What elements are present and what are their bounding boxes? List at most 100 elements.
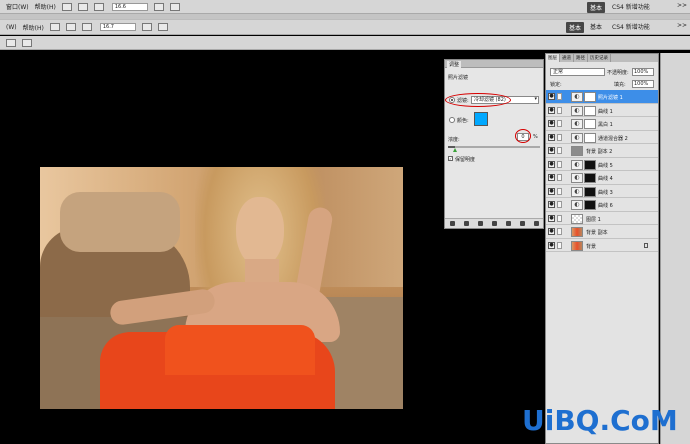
fill-input[interactable]: 100% [632, 80, 654, 88]
workspace-essentials-2[interactable]: 基本 [566, 22, 585, 33]
opacity-input[interactable]: 100% [632, 68, 654, 76]
link-icon[interactable] [557, 160, 562, 168]
eye-icon[interactable]: ● [548, 228, 555, 235]
tab-channels[interactable]: 通道 [560, 54, 574, 62]
toolbar-button-8[interactable] [81, 23, 92, 31]
layer-row[interactable]: ● ◐ 曲线 6 [546, 198, 658, 212]
eye-icon[interactable]: ● [548, 93, 555, 100]
link-icon[interactable] [557, 187, 562, 195]
eye-icon[interactable]: ● [548, 214, 555, 222]
menu-window[interactable]: 窗口(W) [6, 2, 29, 11]
workspace-cs4[interactable]: CS4 新增功能 [612, 2, 650, 11]
tab-adjustments[interactable]: 调整 [447, 61, 462, 68]
eye-icon[interactable]: ● [548, 241, 555, 249]
link-icon[interactable] [557, 120, 562, 127]
menu-help[interactable]: 帮助(H) [35, 2, 56, 11]
layer-row[interactable]: ● 图层 1 [546, 211, 658, 225]
eye-icon[interactable]: ● [548, 160, 555, 168]
clip-icon[interactable] [477, 221, 483, 226]
link-icon[interactable] [557, 133, 562, 141]
layer-row[interactable]: ● ◐ 通道混合器 2 [546, 130, 658, 144]
layer-row[interactable]: ● ◐ 曲线 3 [546, 184, 658, 198]
back-icon[interactable] [449, 221, 455, 226]
layer-mask-thumbnail[interactable] [584, 186, 596, 197]
tool-option-1[interactable] [6, 38, 16, 47]
layer-mask-thumbnail[interactable] [584, 159, 596, 170]
expand-icon[interactable] [463, 221, 469, 226]
reset-icon[interactable] [519, 221, 525, 226]
toolbar-button-10[interactable] [157, 23, 168, 31]
layer-row[interactable]: ● ◐ 曲线 1 [546, 103, 658, 117]
layer-mask-thumbnail[interactable] [584, 173, 596, 183]
link-icon[interactable] [557, 106, 562, 114]
link-icon[interactable] [557, 174, 562, 181]
toolbar-button-4[interactable] [153, 2, 164, 11]
toolbar-button-3[interactable] [93, 2, 104, 11]
tool-option-2[interactable] [22, 38, 32, 47]
toolbar-button-6[interactable] [49, 23, 60, 31]
link-icon[interactable] [557, 201, 562, 208]
eye-icon[interactable]: ● [548, 106, 555, 114]
trash-icon[interactable] [533, 221, 539, 226]
chevron-icon-2[interactable]: >> [677, 22, 687, 29]
workspace-basic-2[interactable]: 基本 [590, 22, 602, 31]
layer-row[interactable]: ● ◐ 曲线 5 [546, 157, 658, 171]
density-slider-track[interactable] [448, 146, 540, 148]
toolbar-button-9[interactable] [141, 23, 152, 31]
link-icon[interactable] [557, 241, 562, 249]
link-icon[interactable] [557, 214, 562, 222]
layer-thumbnail[interactable] [571, 146, 583, 156]
zoom-field[interactable]: 16.6 [111, 2, 148, 11]
layer-row[interactable]: ● ◐ 黑白 1 [546, 117, 658, 131]
layer-thumbnail[interactable]: ◐ [571, 132, 583, 143]
color-swatch[interactable] [474, 112, 488, 126]
layer-thumbnail[interactable]: ◐ [571, 159, 583, 170]
link-icon[interactable] [557, 147, 562, 154]
layer-thumbnail[interactable]: ◐ [571, 92, 583, 102]
layer-row[interactable]: ● ◐ 曲线 4 [546, 171, 658, 185]
view-previous-icon[interactable] [505, 221, 511, 226]
toolbar-button-2[interactable] [77, 2, 88, 11]
color-radio[interactable] [449, 117, 455, 123]
workspace-essentials[interactable]: 基本 [587, 2, 606, 13]
tab-paths[interactable]: 路径 [574, 54, 588, 62]
eye-icon[interactable]: ● [548, 187, 555, 195]
link-icon[interactable] [557, 228, 562, 235]
layer-thumbnail[interactable]: ◐ [571, 186, 583, 197]
link-icon[interactable] [557, 93, 562, 100]
canvas-photo[interactable] [40, 167, 403, 409]
layer-mask-thumbnail[interactable] [584, 92, 596, 102]
layer-row[interactable]: ● 背景 副本 2 [546, 144, 658, 158]
layer-mask-thumbnail[interactable] [584, 119, 596, 129]
density-slider-thumb[interactable] [453, 148, 458, 152]
workspace-cs4-2[interactable]: CS4 新增功能 [612, 22, 650, 31]
toolbar-button-7[interactable] [65, 23, 76, 31]
layer-row[interactable]: ● ◐ 照片滤镜 1 [546, 90, 658, 104]
layer-thumbnail[interactable]: ◐ [571, 119, 583, 129]
tab-layers[interactable]: 图层 [546, 54, 560, 62]
layer-row[interactable]: ● 背景 副本 [546, 225, 658, 239]
eye-icon[interactable]: ● [548, 120, 555, 127]
eye-icon[interactable]: ● [548, 133, 555, 141]
toolbar-button-1[interactable] [61, 2, 72, 11]
eye-icon[interactable]: ● [548, 147, 555, 154]
toolbar-button-5[interactable] [169, 2, 180, 11]
blend-mode-select[interactable]: 正常 [550, 68, 605, 76]
layer-row[interactable]: ● 背景 [546, 238, 658, 252]
layer-mask-thumbnail[interactable] [584, 132, 596, 143]
layer-mask-thumbnail[interactable] [584, 105, 596, 116]
layer-thumbnail[interactable] [571, 227, 583, 237]
tab-history[interactable]: 历史记录 [588, 54, 611, 62]
menu-help-2[interactable]: 帮助(H) [23, 23, 44, 32]
preserve-luminosity-checkbox[interactable]: ✓ [448, 156, 453, 161]
eye-icon[interactable]: ● [548, 174, 555, 181]
layer-thumbnail[interactable]: ◐ [571, 173, 583, 183]
layer-thumbnail[interactable] [571, 240, 583, 251]
layer-mask-thumbnail[interactable] [584, 200, 596, 210]
layer-thumbnail[interactable]: ◐ [571, 105, 583, 116]
chevron-icon[interactable]: >> [677, 2, 687, 9]
menu-window-2[interactable]: (W) [6, 24, 17, 31]
eye-icon[interactable]: ● [548, 201, 555, 208]
layer-thumbnail[interactable]: ◐ [571, 200, 583, 210]
layer-thumbnail[interactable] [571, 213, 583, 224]
